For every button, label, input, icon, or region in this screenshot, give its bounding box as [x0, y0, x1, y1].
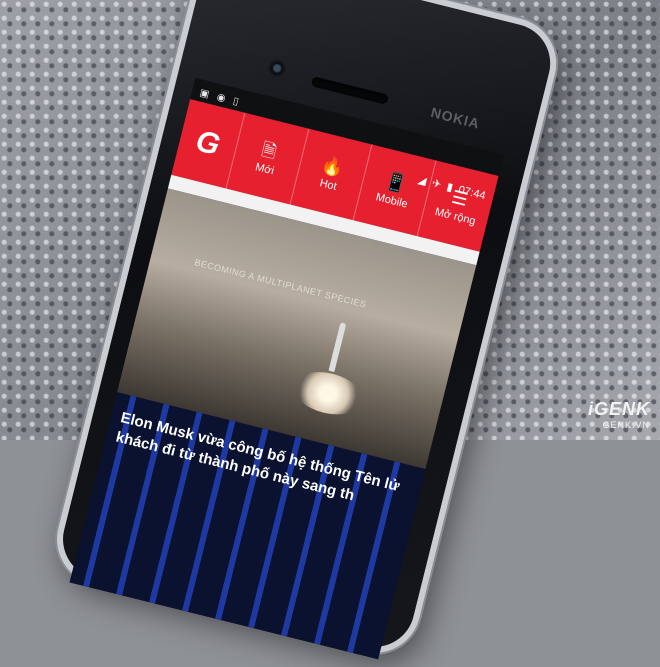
- watermark: iGENK GENK.VN: [588, 399, 650, 430]
- rocket-graphic: [328, 322, 347, 373]
- device-brand: NOKIA: [429, 104, 482, 132]
- front-camera: [266, 57, 289, 80]
- rocket-plume: [289, 365, 367, 422]
- battery-saver-icon: ▯: [231, 95, 240, 108]
- tab-label: Mới: [253, 161, 276, 178]
- document-icon: 🗎: [259, 139, 279, 163]
- earpiece-speaker: [310, 76, 389, 105]
- tab-label: Hot: [318, 177, 338, 193]
- flame-icon: 🔥: [319, 154, 347, 180]
- gallery-icon: ▣: [198, 87, 211, 101]
- watermark-site: GENK.VN: [602, 420, 650, 430]
- airplane-icon: ✈: [430, 177, 443, 192]
- hero-caption: BECOMING A MULTIPLANET SPECIES: [193, 257, 368, 310]
- location-icon: ◉: [215, 91, 227, 105]
- signal-icon: ◢: [416, 173, 428, 188]
- watermark-brand: iGENK: [587, 399, 650, 419]
- tab-label: Mở rộng: [433, 205, 477, 228]
- phone-icon: 📱: [382, 170, 410, 195]
- battery-icon: ▮: [445, 181, 455, 195]
